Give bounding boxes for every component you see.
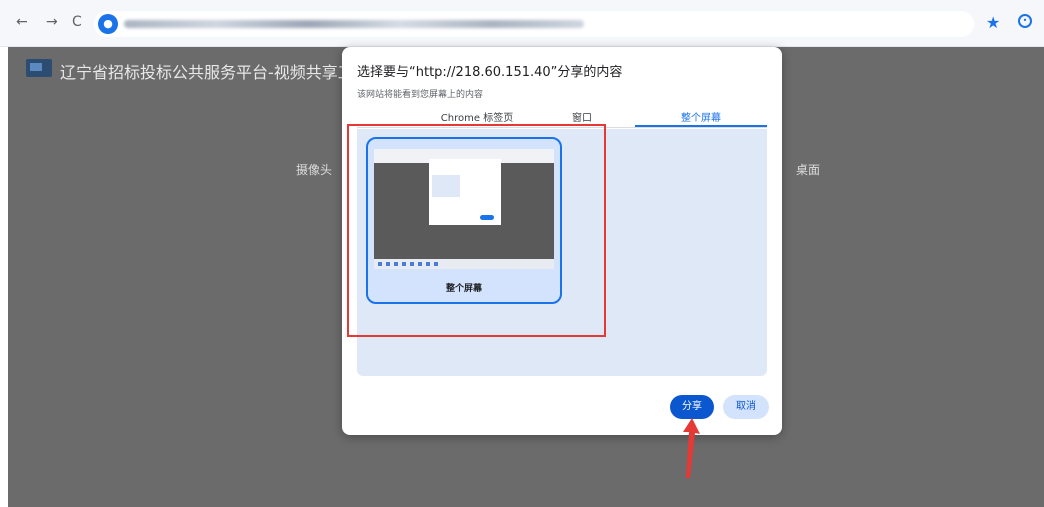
thumbnail-dialog-preview [432,175,460,197]
camera-label[interactable]: 摄像头 [296,161,332,178]
active-tab-indicator [635,125,767,127]
share-screen-dialog: 选择要与“http://218.60.151.40”分享的内容 该网站将能看到您… [342,47,782,435]
entire-screen-option[interactable]: 整个屏幕 [366,137,562,304]
source-tabs: Chrome 标签页 窗口 整个屏幕 [357,105,767,128]
tab-chrome-tabs[interactable]: Chrome 标签页 [417,109,537,124]
share-button[interactable]: 分享 [670,395,714,419]
cancel-button[interactable]: 取消 [723,395,769,419]
reload-icon[interactable]: C [72,12,82,32]
browser-toolbar: ← → C ● ★ • [0,0,1044,47]
dialog-title: 选择要与“http://218.60.151.40”分享的内容 [357,65,623,80]
entire-screen-label: 整个屏幕 [445,284,482,294]
tab-window[interactable]: 窗口 [552,109,612,124]
thumbnail-share-button [480,215,494,220]
tab-entire-screen[interactable]: 整个屏幕 [635,109,767,124]
bookmark-star-icon[interactable]: ★ [986,13,1000,32]
thumbnail-taskbar [374,259,554,269]
address-bar[interactable]: ● [94,11,974,37]
forward-icon[interactable]: → [46,12,58,32]
profile-icon[interactable]: • [1018,14,1032,28]
mic-icon[interactable]: ● [98,14,118,34]
page-title: 辽宁省招标投标公共服务平台-视频共享工具 [60,63,370,82]
blurred-url [124,20,584,28]
dialog-subtitle: 该网站将能看到您屏幕上的内容 [357,90,484,100]
desktop-label[interactable]: 桌面 [796,161,820,178]
screen-thumbnail [374,149,554,269]
back-icon[interactable]: ← [16,12,28,32]
annotation-arrow-icon [683,418,700,478]
source-list: 整个屏幕 [357,129,767,376]
thumbnail-taskbar-icons [378,262,438,266]
app-logo-icon [26,59,52,77]
